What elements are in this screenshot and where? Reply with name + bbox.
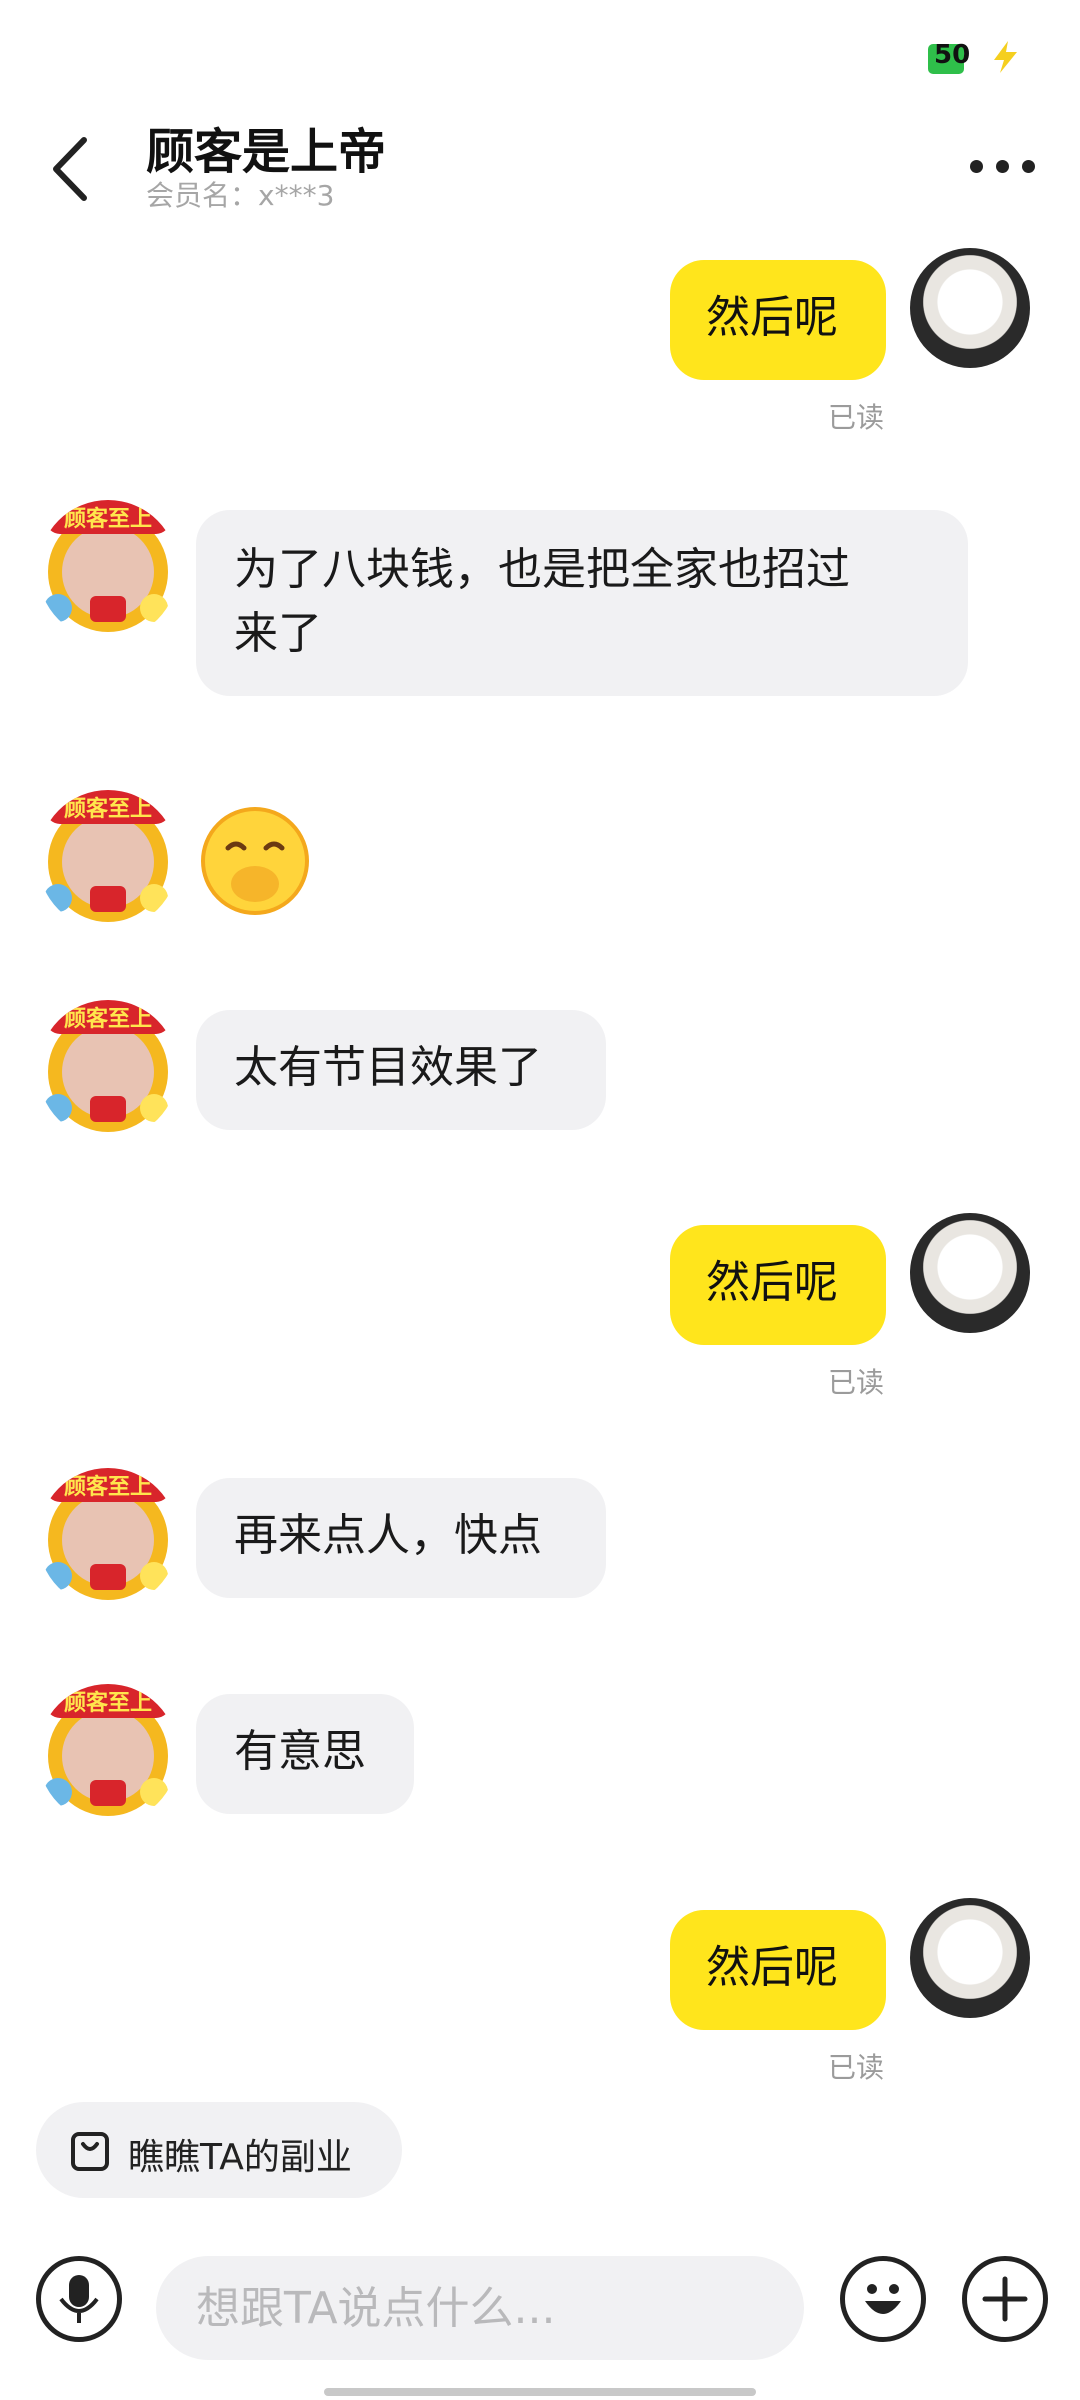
back-button[interactable] (40, 126, 110, 212)
message-input[interactable] (156, 2256, 804, 2360)
contact-avatar[interactable]: 顾客至上 (38, 1468, 178, 1608)
message-outgoing: 然后呢 已读 (0, 1205, 1080, 1405)
shopping-bag-icon (71, 2132, 109, 2171)
battery-level: 50 (934, 40, 971, 70)
message-incoming: 顾客至上 有意思 (0, 1684, 1080, 1834)
message-composer (0, 2230, 1080, 2400)
message-incoming: 顾客至上 太有节目效果了 (0, 1000, 1080, 1150)
message-incoming: 顾客至上 为了八块钱，也是把全家也招过 来了 (0, 500, 1080, 700)
message-incoming: 顾客至上 (0, 790, 1080, 940)
avatar-badge-text: 顾客至上 (64, 796, 152, 822)
add-button[interactable] (962, 2256, 1048, 2342)
read-receipt: 已读 (828, 2051, 885, 2084)
charging-icon (994, 41, 1017, 73)
my-avatar[interactable] (910, 1213, 1030, 1333)
member-name: 会员名：x***3 (146, 179, 335, 212)
home-indicator[interactable] (324, 2388, 756, 2396)
page-title: 顾客是上帝 (146, 124, 387, 180)
my-avatar[interactable] (910, 1898, 1030, 2018)
my-avatar[interactable] (910, 248, 1030, 368)
more-options-button[interactable] (968, 140, 1038, 190)
contact-avatar[interactable]: 顾客至上 (38, 1000, 178, 1140)
read-receipt: 已读 (828, 1366, 885, 1399)
message-bubble[interactable]: 再来点人，快点 (196, 1478, 606, 1598)
chat-header: 顾客是上帝 会员名：x***3 (0, 110, 1080, 230)
side-business-chip[interactable]: 瞧瞧TA的副业 (36, 2102, 402, 2198)
avatar-badge-text: 顾客至上 (64, 1690, 152, 1716)
avatar-badge-text: 顾客至上 (64, 506, 152, 532)
microphone-icon (59, 2275, 99, 2323)
message-bubble[interactable]: 然后呢 (670, 1225, 886, 1345)
avatar-badge-text: 顾客至上 (64, 1006, 152, 1032)
emoji-button[interactable] (840, 2256, 926, 2342)
message-bubble[interactable]: 太有节目效果了 (196, 1010, 606, 1130)
chevron-left-icon (53, 137, 87, 201)
voice-button[interactable] (36, 2256, 122, 2342)
read-receipt: 已读 (828, 401, 885, 434)
message-bubble[interactable]: 有意思 (196, 1694, 414, 1814)
contact-avatar[interactable]: 顾客至上 (38, 500, 178, 640)
contact-avatar[interactable]: 顾客至上 (38, 790, 178, 930)
message-outgoing: 然后呢 已读 (0, 240, 1080, 440)
message-outgoing: 然后呢 已读 (0, 1890, 1080, 2090)
message-bubble[interactable]: 然后呢 (670, 1910, 886, 2030)
plus-icon (982, 2276, 1028, 2322)
face-hand-over-mouth-icon[interactable] (200, 806, 310, 916)
contact-avatar[interactable]: 顾客至上 (38, 1684, 178, 1824)
smiley-icon (865, 2284, 901, 2314)
message-incoming: 顾客至上 再来点人，快点 (0, 1468, 1080, 1618)
status-bar: 50 (0, 0, 1080, 110)
chip-label: 瞧瞧TA的副业 (128, 2137, 352, 2178)
message-list: 然后呢 已读 顾客至上 为了八块钱，也是把全家也招过 来了 顾客至上 顾客至上 … (0, 240, 1080, 2100)
avatar-badge-text: 顾客至上 (64, 1474, 152, 1500)
message-bubble[interactable]: 为了八块钱，也是把全家也招过 来了 (196, 510, 968, 696)
message-bubble[interactable]: 然后呢 (670, 260, 886, 380)
